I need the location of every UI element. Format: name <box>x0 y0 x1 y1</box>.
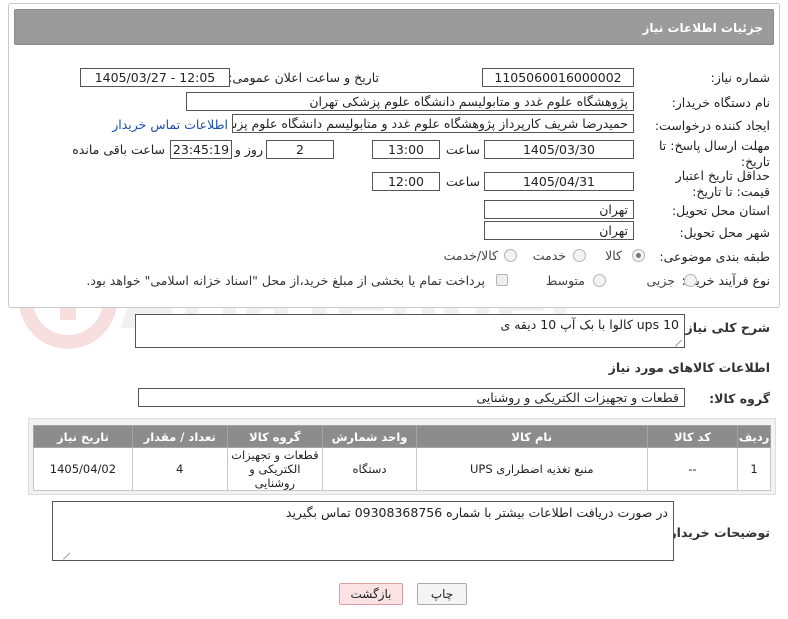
back-button[interactable]: بازگشت <box>339 583 403 605</box>
city-label: شهر محل تحویل: <box>679 225 770 240</box>
description-label: شرح کلی نیاز: <box>680 320 770 335</box>
items-table: ردیف کد کالا نام کالا واحد شمارش گروه کا… <box>33 425 771 491</box>
category-label: طبقه بندی موضوعی: <box>659 249 770 264</box>
buyer-notes-resize-handle[interactable] <box>63 551 71 559</box>
category-radio-goods-service[interactable] <box>504 249 517 262</box>
need-number-field[interactable]: 1105060016000002 <box>482 68 634 87</box>
process-radio-medium[interactable] <box>593 274 606 287</box>
need-number-label: شماره نیاز: <box>710 70 770 85</box>
process-option-small: جزیی <box>646 273 675 288</box>
days-label: روز و <box>234 142 263 157</box>
cell-row: 1 <box>737 447 771 491</box>
goods-info-title: اطلاعات کالاهای مورد نیاز <box>608 360 770 375</box>
process-option-medium: متوسط <box>545 273 585 288</box>
remaining-label: ساعت باقی مانده <box>72 142 165 157</box>
deadline-date-field[interactable]: 1405/03/30 <box>484 140 634 159</box>
col-header-name: نام کالا <box>415 425 648 448</box>
col-header-row: ردیف <box>737 425 771 448</box>
col-header-qty: تعداد / مقدار <box>131 425 228 448</box>
deadline-label: مهلت ارسال پاسخ: تا تاریخ: <box>659 138 770 169</box>
cell-unit: دستگاه <box>322 447 417 491</box>
category-option-goods: کالا <box>605 248 622 263</box>
province-field[interactable]: تهران <box>484 200 634 219</box>
col-header-code: کد کالا <box>646 425 739 448</box>
buyer-notes-label: توضیحات خریدار: <box>664 525 770 540</box>
days-field[interactable]: 2 <box>266 140 334 159</box>
goods-group-field[interactable]: قطعات و تجهیزات الکتریکی و روشنایی <box>138 388 685 407</box>
requester-field[interactable]: حمیدرضا شریف کارپرداز پژوهشگاه علوم غدد … <box>232 114 634 133</box>
price-validity-time-field[interactable]: 12:00 <box>372 172 440 191</box>
buyer-org-label: نام دستگاه خریدار: <box>671 95 770 110</box>
announce-label: تاریخ و ساعت اعلان عمومی: <box>228 70 379 85</box>
buyer-contact-link[interactable]: اطلاعات تماس خریدار <box>112 117 228 132</box>
city-field[interactable]: تهران <box>484 221 634 240</box>
price-validity-label: حداقل تاریخ اعتبار قیمت: تا تاریخ: <box>675 168 770 199</box>
price-validity-time-label: ساعت <box>445 174 480 189</box>
category-option-goods-service: کالا/خدمت <box>443 248 498 263</box>
table-row: 1 -- منبع تغذیه اضطراری UPS دستگاه قطعات… <box>33 447 771 491</box>
province-label: استان محل تحویل: <box>671 203 770 218</box>
col-header-unit: واحد شمارش <box>322 425 417 448</box>
category-option-service: خدمت <box>532 248 566 263</box>
col-header-group: گروه کالا <box>226 425 324 448</box>
cell-group: قطعات و تجهیزات الکتریکی و روشنایی <box>226 447 324 491</box>
description-textarea[interactable]: ups 10 کالوا با بک آپ 10 دیقه ی <box>135 314 685 348</box>
process-radio-small[interactable] <box>684 274 697 287</box>
cell-code: -- <box>646 447 739 491</box>
treasury-payment-checkbox[interactable] <box>496 274 508 286</box>
treasury-payment-note: پرداخت تمام یا بخشی از مبلغ خرید،از محل … <box>86 273 485 288</box>
remaining-time-field[interactable]: 23:45:19 <box>170 140 232 159</box>
description-resize-handle[interactable] <box>675 338 683 346</box>
category-radio-service[interactable] <box>573 249 586 262</box>
buyer-org-field[interactable]: پژوهشگاه علوم غدد و متابولیسم دانشگاه عل… <box>186 92 634 111</box>
buyer-notes-textarea[interactable]: در صورت دریافت اطلاعات بیشتر با شماره 09… <box>52 501 674 561</box>
requester-label: ایجاد کننده درخواست: <box>654 118 770 133</box>
col-header-date: تاریخ نیاز <box>33 425 133 448</box>
cell-name: منبع تغذیه اضطراری UPS <box>415 447 648 491</box>
announce-field[interactable]: 1405/03/27 - 12:05 <box>80 68 230 87</box>
goods-group-label: گروه کالا: <box>709 391 770 406</box>
category-radio-goods[interactable] <box>632 249 645 262</box>
price-validity-date-field[interactable]: 1405/04/31 <box>484 172 634 191</box>
deadline-time-field[interactable]: 13:00 <box>372 140 440 159</box>
cell-date: 1405/04/02 <box>33 447 133 491</box>
cell-qty: 4 <box>131 447 228 491</box>
deadline-time-label: ساعت <box>445 142 480 157</box>
print-button[interactable]: چاپ <box>417 583 467 605</box>
page-title: جزئیات اطلاعات نیاز <box>14 9 774 45</box>
